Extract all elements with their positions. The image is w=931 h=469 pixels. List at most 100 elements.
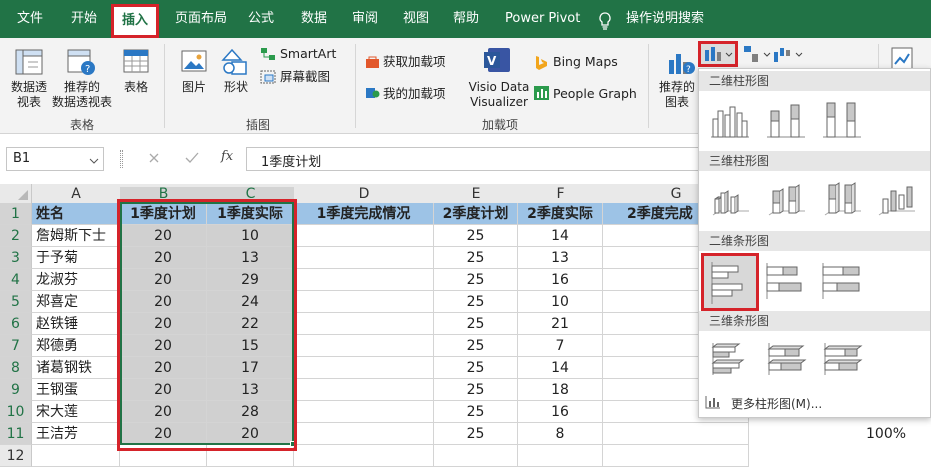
cell[interactable]: [294, 379, 434, 401]
row-header[interactable]: 5: [0, 291, 32, 313]
select-all-corner[interactable]: [0, 184, 32, 204]
cell[interactable]: 8: [518, 423, 603, 445]
cell[interactable]: 郑喜定: [32, 291, 120, 313]
visio-button[interactable]: Visio Data Visualizer: [466, 80, 532, 110]
cell[interactable]: 18: [518, 379, 603, 401]
cell[interactable]: 10: [207, 225, 294, 247]
pivot-table-button[interactable]: 数据透 视表: [4, 80, 54, 110]
header-cell[interactable]: 1季度完成情况: [294, 203, 434, 225]
name-box[interactable]: B1: [6, 147, 104, 171]
cell[interactable]: 13: [207, 379, 294, 401]
cell[interactable]: 22: [207, 313, 294, 335]
cell[interactable]: [32, 445, 120, 467]
row-header[interactable]: 1: [0, 203, 32, 225]
cell[interactable]: 25: [434, 247, 518, 269]
row-header[interactable]: 3: [0, 247, 32, 269]
cell[interactable]: [603, 445, 749, 467]
cell[interactable]: 20: [120, 225, 207, 247]
cell[interactable]: 宋大莲: [32, 401, 120, 423]
cell[interactable]: 王钢蛋: [32, 379, 120, 401]
cell[interactable]: [294, 225, 434, 247]
tab-view[interactable]: 视图: [403, 0, 429, 38]
cancel-icon[interactable]: [148, 152, 160, 167]
cell[interactable]: 赵铁锤: [32, 313, 120, 335]
header-cell[interactable]: 姓名: [32, 203, 120, 225]
cell[interactable]: 25: [434, 225, 518, 247]
row-header[interactable]: 7: [0, 335, 32, 357]
fill-handle[interactable]: [290, 441, 296, 447]
tab-insert[interactable]: 插入: [111, 4, 160, 38]
cell[interactable]: 20: [120, 379, 207, 401]
header-cell[interactable]: 2季度计划: [434, 203, 518, 225]
enter-icon[interactable]: [185, 152, 199, 167]
header-cell[interactable]: 1季度计划: [120, 203, 207, 225]
stacked-column-icon[interactable]: [763, 97, 807, 141]
cell[interactable]: 20: [120, 269, 207, 291]
row-header[interactable]: 11: [0, 423, 32, 445]
percent-stacked-bar-icon[interactable]: [819, 259, 863, 303]
cell[interactable]: [207, 445, 294, 467]
cell[interactable]: [603, 423, 749, 445]
cell[interactable]: 詹姆斯下士: [32, 225, 120, 247]
row-header[interactable]: 10: [0, 401, 32, 423]
cell[interactable]: 25: [434, 269, 518, 291]
3d-stacked-column-icon[interactable]: [763, 177, 807, 221]
3d-clustered-bar-icon[interactable]: [707, 337, 751, 381]
more-column-charts-link[interactable]: 更多柱形图(M)...: [731, 395, 822, 412]
cell[interactable]: 25: [434, 313, 518, 335]
cell[interactable]: 20: [120, 335, 207, 357]
recommended-charts-button[interactable]: 推荐的 图表: [656, 80, 698, 110]
column-header-f[interactable]: F: [518, 187, 603, 201]
cell[interactable]: 14: [518, 357, 603, 379]
waterfall-chart-icon[interactable]: [772, 44, 808, 67]
cell[interactable]: 25: [434, 291, 518, 313]
cell[interactable]: 25: [434, 335, 518, 357]
cell[interactable]: 7: [518, 335, 603, 357]
cell[interactable]: [120, 445, 207, 467]
column-chart-dropdown-button[interactable]: [698, 41, 738, 67]
tab-page-layout[interactable]: 页面布局: [175, 0, 227, 38]
shapes-button[interactable]: 形状: [218, 80, 254, 95]
cell[interactable]: [294, 445, 434, 467]
tab-data[interactable]: 数据: [301, 0, 327, 38]
cell[interactable]: 28: [207, 401, 294, 423]
cell[interactable]: 15: [207, 335, 294, 357]
cell[interactable]: 21: [518, 313, 603, 335]
cell[interactable]: 于予菊: [32, 247, 120, 269]
my-addins-button[interactable]: 我的加载项: [383, 86, 446, 102]
cell[interactable]: 24: [207, 291, 294, 313]
cell[interactable]: 20: [207, 423, 294, 445]
3d-percent-stacked-column-icon[interactable]: [819, 177, 863, 221]
tab-help[interactable]: 帮助: [453, 0, 479, 38]
cell[interactable]: 20: [120, 247, 207, 269]
bing-maps-button[interactable]: Bing Maps: [553, 54, 618, 70]
cell[interactable]: [434, 445, 518, 467]
cell[interactable]: 25: [434, 357, 518, 379]
row-header[interactable]: 8: [0, 357, 32, 379]
table-button[interactable]: 表格: [118, 80, 154, 95]
get-addins-button[interactable]: 获取加载项: [383, 54, 446, 70]
splitter-handle[interactable]: [120, 150, 123, 168]
cell[interactable]: 14: [518, 225, 603, 247]
tab-file[interactable]: 文件: [17, 0, 43, 38]
row-header[interactable]: 9: [0, 379, 32, 401]
cell[interactable]: 13: [518, 247, 603, 269]
people-graph-button[interactable]: People Graph: [553, 86, 637, 102]
cell[interactable]: 龙淑芬: [32, 269, 120, 291]
tab-power-pivot[interactable]: Power Pivot: [505, 0, 580, 38]
smartart-button[interactable]: SmartArt: [280, 46, 336, 62]
row-header[interactable]: 12: [0, 445, 32, 467]
cell[interactable]: [294, 247, 434, 269]
recommended-pivot-button[interactable]: 推荐的 数据透视表: [50, 80, 114, 110]
clustered-bar-selected[interactable]: [701, 253, 759, 311]
cell[interactable]: 郑德勇: [32, 335, 120, 357]
cell[interactable]: 25: [434, 379, 518, 401]
column-header-c[interactable]: C: [207, 187, 294, 201]
cell[interactable]: [294, 335, 434, 357]
cell[interactable]: 25: [434, 423, 518, 445]
row-header[interactable]: 2: [0, 225, 32, 247]
header-cell[interactable]: 2季度实际: [518, 203, 603, 225]
cell[interactable]: [294, 291, 434, 313]
cell[interactable]: 13: [207, 247, 294, 269]
percent-stacked-column-icon[interactable]: [819, 97, 863, 141]
